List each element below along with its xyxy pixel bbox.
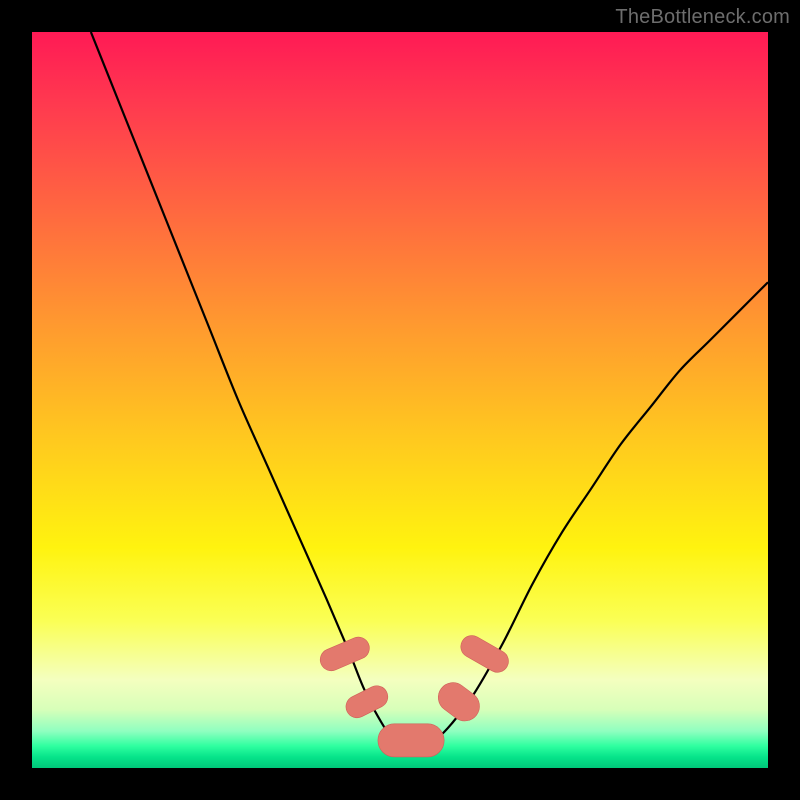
curve-marker bbox=[342, 682, 391, 721]
plot-area bbox=[32, 32, 768, 768]
curve-marker bbox=[457, 632, 513, 677]
curve-marker bbox=[378, 724, 444, 757]
watermark-text: TheBottleneck.com bbox=[615, 6, 790, 29]
markers-group bbox=[317, 632, 513, 757]
curve-svg bbox=[32, 32, 768, 768]
bottleneck-curve bbox=[91, 32, 768, 747]
curve-marker bbox=[432, 677, 485, 727]
outer-frame: TheBottleneck.com bbox=[0, 0, 800, 800]
